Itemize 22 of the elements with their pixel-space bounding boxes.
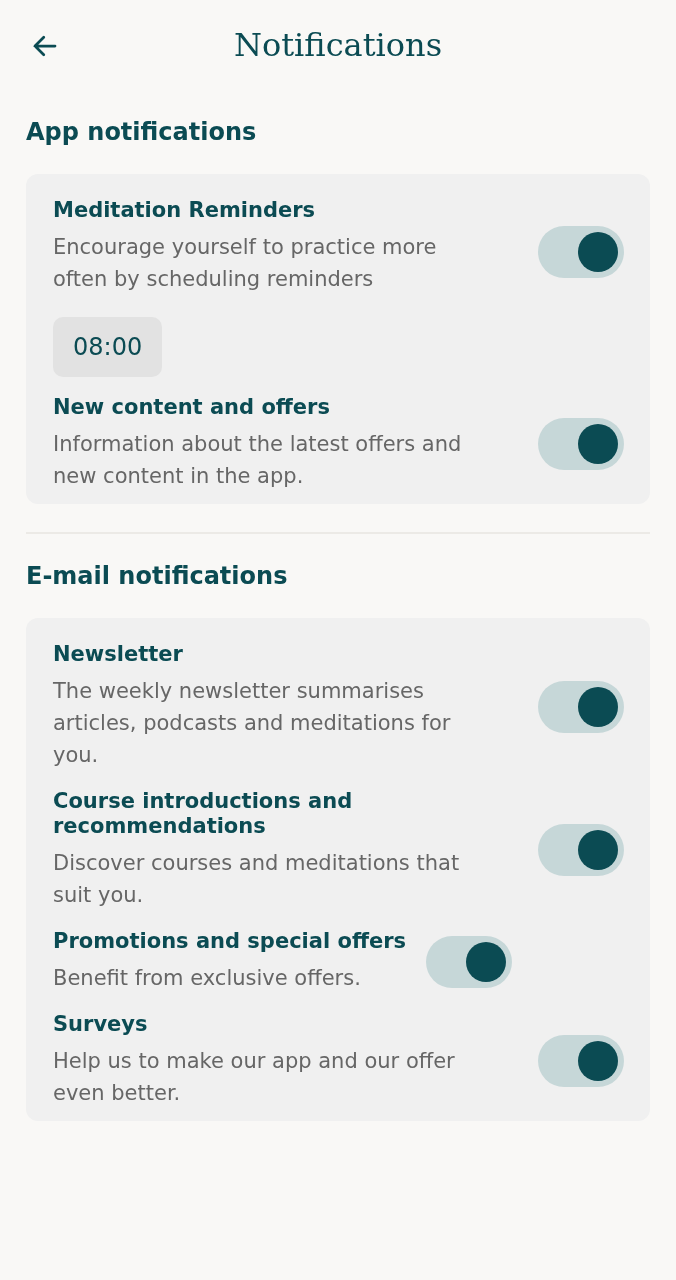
setting-description: Help us to make our app and our offer even better. [53, 1048, 456, 1107]
setting-title: Promotions and special offers [53, 929, 406, 954]
time-field[interactable]: 08:00 [53, 317, 163, 377]
setting-title: Newsletter [53, 642, 184, 667]
section-title: App notifications [26, 118, 258, 146]
setting-description: Encourage yourself to practice more often by scheduling reminders [53, 234, 438, 293]
setting-title: New content and offers [53, 395, 331, 420]
toggle-switch[interactable] [538, 417, 624, 470]
page-title: Notifications [233, 26, 443, 64]
section-title: E-mail notifications [26, 562, 289, 590]
toggle-switch[interactable] [538, 680, 624, 733]
toggle-switch[interactable] [426, 935, 512, 988]
toggle-switch[interactable] [538, 824, 624, 876]
setting-description: The weekly newsletter summarises articles, podcasts and meditations for you. [53, 678, 452, 769]
setting-description: Benefit from exclusive offers. [53, 965, 362, 992]
setting-title: Course introductions and recommendations [53, 789, 354, 839]
toggle-switch[interactable] [538, 226, 624, 278]
setting-description: Information about the latest offers and new content in the app. [53, 431, 463, 490]
setting-description: Discover courses and meditations that suit you. [53, 850, 461, 909]
setting-title: Surveys [53, 1012, 149, 1037]
setting-title: Meditation Reminders [53, 198, 317, 223]
toggle-switch[interactable] [538, 1034, 624, 1087]
